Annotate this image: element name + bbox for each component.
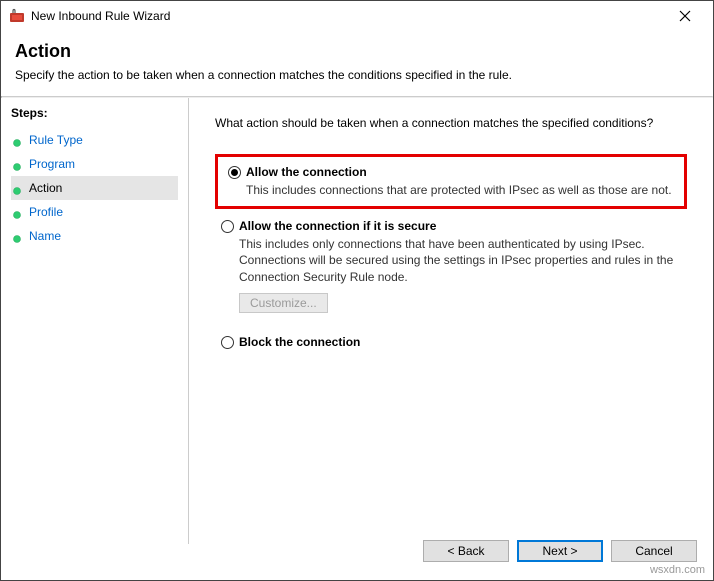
step-label: Name	[29, 229, 61, 243]
prompt-text: What action should be taken when a conne…	[215, 116, 687, 130]
option-title: Block the connection	[239, 335, 687, 349]
option: Block the connection	[215, 331, 687, 356]
bullet-icon	[13, 136, 21, 144]
option-desc: This includes connections that are prote…	[246, 182, 680, 198]
cancel-button[interactable]: Cancel	[611, 540, 697, 562]
titlebar: New Inbound Rule Wizard	[1, 1, 713, 31]
back-button[interactable]: < Back	[423, 540, 509, 562]
option-title: Allow the connection if it is secure	[239, 219, 687, 233]
option-desc: This includes only connections that have…	[239, 236, 687, 285]
option: Allow the connection This includes connec…	[215, 154, 687, 209]
option-title: Allow the connection	[246, 165, 680, 179]
customize-button: Customize...	[239, 293, 328, 313]
step-item[interactable]: Program	[11, 152, 178, 176]
steps-label: Steps:	[11, 106, 178, 120]
step-item[interactable]: Name	[11, 224, 178, 248]
step-item[interactable]: Profile	[11, 200, 178, 224]
page-subtitle: Specify the action to be taken when a co…	[15, 68, 699, 82]
bullet-icon	[13, 184, 21, 192]
radio-button[interactable]	[221, 336, 234, 349]
close-button[interactable]	[665, 2, 705, 30]
bullet-icon	[13, 208, 21, 216]
step-item[interactable]: Rule Type	[11, 128, 178, 152]
next-button[interactable]: Next >	[517, 540, 603, 562]
radio-button[interactable]	[228, 166, 241, 179]
window-title: New Inbound Rule Wizard	[31, 9, 665, 23]
option: Allow the connection if it is secure This…	[215, 215, 687, 317]
step-label: Rule Type	[29, 133, 83, 147]
option-body: Allow the connection if it is secure This…	[239, 219, 687, 313]
option-body: Block the connection	[239, 335, 687, 352]
step-label: Program	[29, 157, 75, 171]
content: Steps: Rule Type Program Action Profile Name…	[1, 98, 713, 544]
watermark: wsxdn.com	[650, 564, 705, 576]
steps-panel: Steps: Rule Type Program Action Profile Name	[1, 98, 189, 544]
header: Action Specify the action to be taken wh…	[1, 31, 713, 96]
option-body: Allow the connection This includes connec…	[246, 165, 680, 198]
radio-button[interactable]	[221, 220, 234, 233]
main-panel: What action should be taken when a conne…	[189, 98, 713, 544]
bullet-icon	[13, 232, 21, 240]
step-label: Action	[29, 181, 62, 195]
step-item[interactable]: Action	[11, 176, 178, 200]
step-label: Profile	[29, 205, 63, 219]
page-title: Action	[15, 41, 699, 62]
app-icon	[9, 8, 25, 24]
bullet-icon	[13, 160, 21, 168]
